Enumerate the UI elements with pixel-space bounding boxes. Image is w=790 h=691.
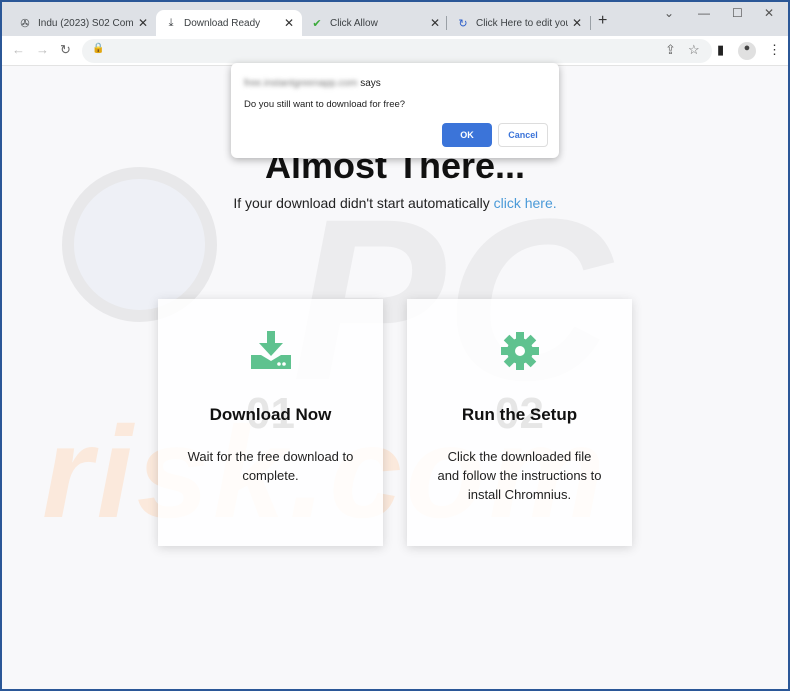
- toolbar: ← → ↻ 🔒 ⇪ ☆ ▮ ● ⋮: [2, 36, 788, 66]
- film-reel-icon: ✇: [20, 17, 30, 30]
- close-icon[interactable]: ✕: [430, 16, 440, 30]
- checkmark-icon: ✔: [312, 17, 322, 30]
- tab-bar: ✇Indu (2023) S02 Complete✕ ⤓Download Rea…: [2, 2, 788, 36]
- reload-button[interactable]: ↻: [60, 42, 71, 58]
- card-title: Run the Setup: [461, 405, 578, 424]
- address-bar[interactable]: 🔒: [82, 39, 712, 63]
- card-description: Wait for the free download to complete.: [187, 449, 354, 483]
- close-icon[interactable]: ✕: [138, 16, 148, 30]
- tab-click-here[interactable]: ↻Click Here to edit your LP✕: [448, 10, 590, 36]
- tab-indu[interactable]: ✇Indu (2023) S02 Complete✕: [10, 10, 156, 36]
- close-window-button[interactable]: ✕: [764, 6, 774, 20]
- card-description: Click the downloaded file and follow the…: [437, 449, 602, 502]
- tab-click-allow[interactable]: ✔ Click Allow ✕: [302, 10, 448, 36]
- star-icon[interactable]: ☆: [688, 42, 700, 58]
- side-panel-icon[interactable]: ▮: [717, 42, 724, 58]
- profile-avatar[interactable]: ●: [738, 42, 756, 60]
- click-here-link[interactable]: click here.: [494, 195, 557, 211]
- tab-separator: [590, 16, 591, 30]
- share-icon[interactable]: ⇪: [665, 42, 676, 58]
- forward-button[interactable]: →: [36, 42, 49, 57]
- dialog-message: Do you still want to download for free?: [244, 99, 406, 110]
- back-button[interactable]: ←: [12, 42, 25, 57]
- page-content: PC risk.com Almost There... If your down…: [2, 67, 788, 689]
- tab-search-button[interactable]: ⌄: [664, 6, 674, 20]
- menu-icon[interactable]: ⋮: [768, 42, 781, 58]
- close-icon[interactable]: ✕: [572, 16, 582, 30]
- card-title: Download Now: [209, 405, 332, 424]
- dialog-origin: free.instantgreenapp.com says: [244, 78, 381, 89]
- loading-icon: ↻: [458, 17, 468, 30]
- maximize-button[interactable]: ☐: [732, 6, 743, 20]
- cancel-button[interactable]: Cancel: [498, 123, 548, 147]
- subtitle: If your download didn't start automatica…: [233, 195, 557, 211]
- confirm-dialog: free.instantgreenapp.com says Do you sti…: [231, 63, 559, 158]
- close-icon[interactable]: ✕: [284, 16, 294, 30]
- tab-separator: [446, 16, 447, 30]
- tab-download-ready[interactable]: ⤓ Download Ready ✕: [156, 10, 302, 36]
- new-tab-button[interactable]: +: [598, 12, 607, 30]
- step-card-download: 01 Download Now Wait for the free downlo…: [158, 299, 383, 546]
- lock-icon: 🔒: [92, 43, 105, 54]
- step-card-setup: 02 Run the Setup Click the downloaded fi…: [407, 299, 632, 546]
- browser-window: ✇Indu (2023) S02 Complete✕ ⤓Download Rea…: [2, 2, 788, 689]
- gear-icon: [407, 331, 632, 371]
- download-icon: ⤓: [168, 16, 174, 29]
- minimize-button[interactable]: —: [698, 6, 710, 20]
- download-drive-icon: [158, 331, 383, 371]
- ok-button[interactable]: OK: [442, 123, 492, 147]
